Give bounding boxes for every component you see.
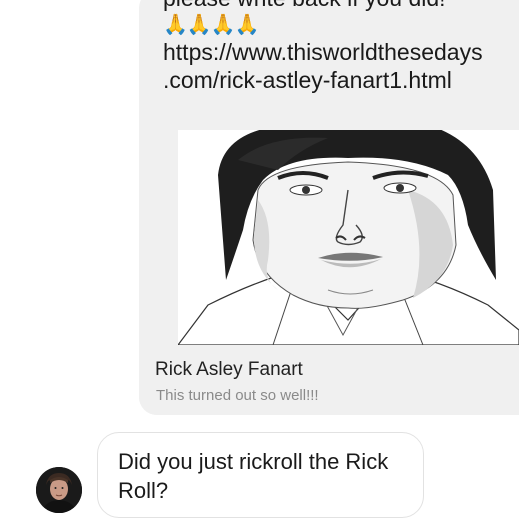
message-link[interactable]: https://www.thisworldthesedays <box>163 38 515 66</box>
received-message-text: Did you just rickroll the Rick Roll? <box>118 449 389 503</box>
user-avatar-icon[interactable] <box>36 467 82 513</box>
message-link-continued[interactable]: .com/rick-astley-fanart1.html <box>163 66 515 94</box>
sent-message-text: please write back if you did! 🙏🙏🙏🙏 https… <box>163 0 515 94</box>
link-preview-title: Rick Asley Fanart <box>155 359 303 380</box>
link-preview-subtitle: This turned out so well!!! <box>156 387 319 404</box>
pray-emoji-icon: 🙏🙏🙏🙏 <box>163 14 260 36</box>
avatar-photo-icon <box>36 467 82 513</box>
sent-message-bubble[interactable]: please write back if you did! 🙏🙏🙏🙏 https… <box>139 0 519 415</box>
message-line: please write back if you did! <box>163 0 515 12</box>
link-preview-image[interactable] <box>178 130 519 345</box>
sketch-portrait-icon <box>178 130 519 345</box>
link-preview-meta[interactable]: Rick Asley Fanart This turned out so wel… <box>139 345 519 415</box>
received-message-bubble[interactable]: Did you just rickroll the Rick Roll? <box>97 432 424 518</box>
